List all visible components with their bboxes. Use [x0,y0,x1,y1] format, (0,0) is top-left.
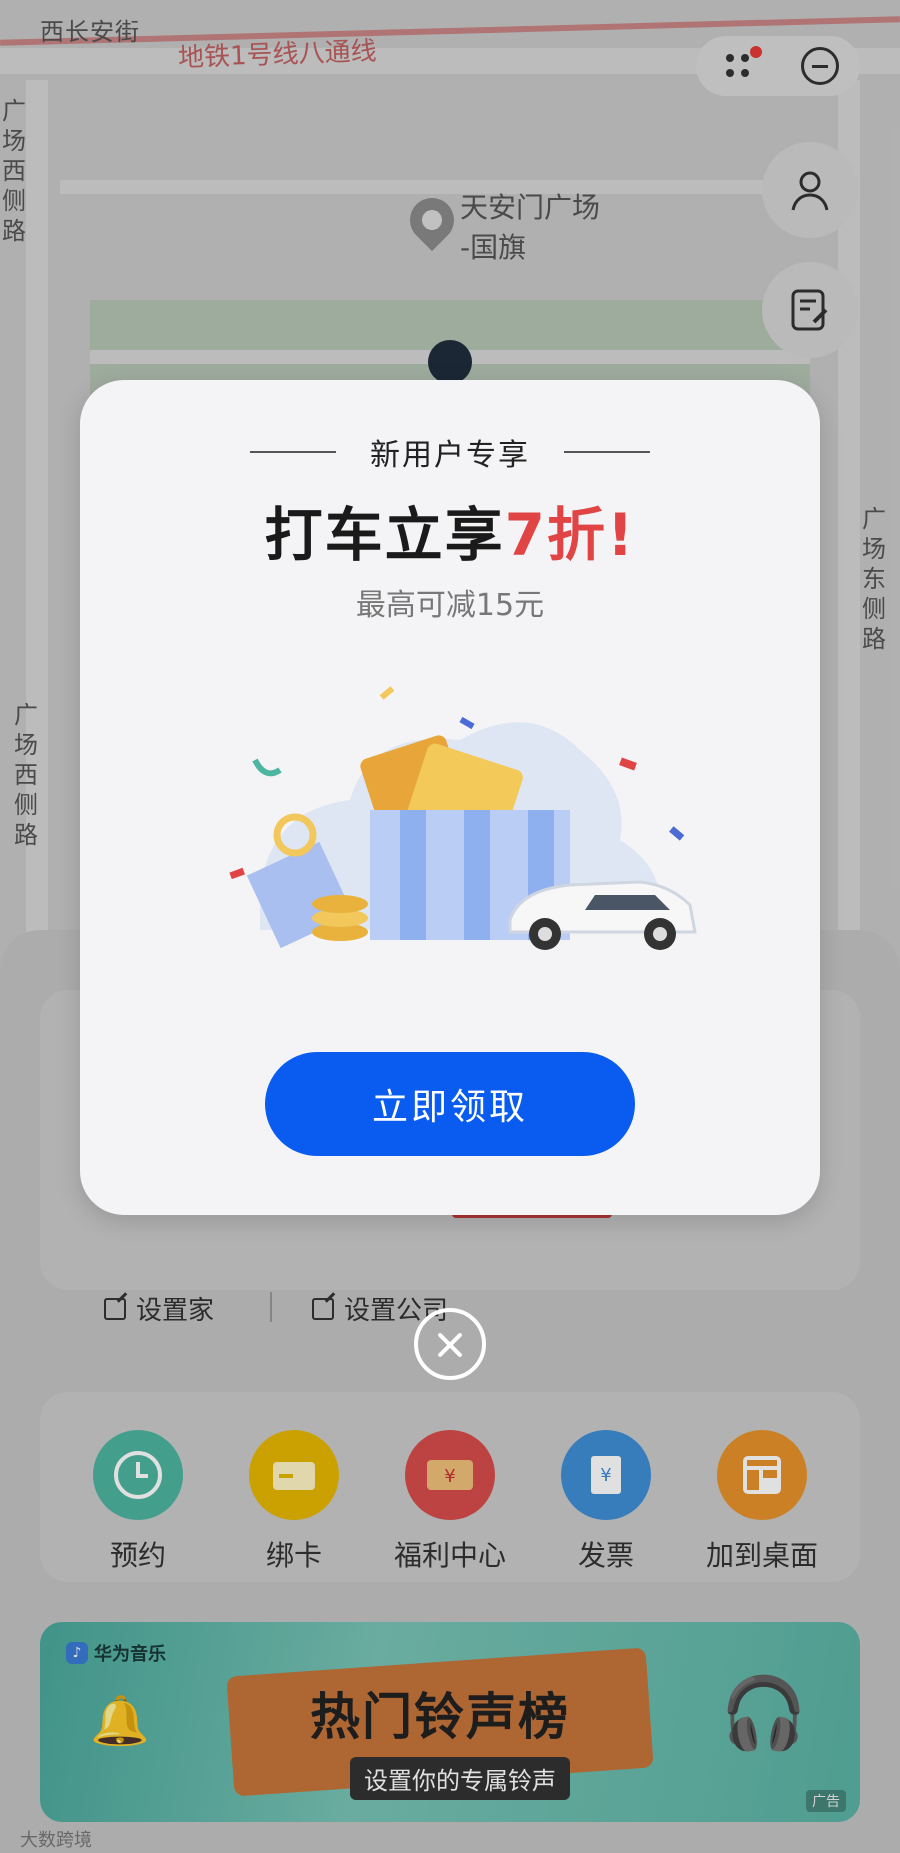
modal-kicker-row: 新用户专享 [80,430,820,474]
gift-box-car-illustration [229,686,697,950]
modal-title-accent: 7折! [504,501,636,569]
divider [564,451,650,453]
claim-now-button[interactable]: 立即领取 [265,1052,635,1156]
new-user-promo-modal: 新用户专享 打车立享7折! 最高可减15元 立即领取 [80,380,820,1215]
modal-description: 最高可减15元 [355,588,545,623]
modal-title: 打车立享7折! [80,488,820,572]
modal-title-main: 打车立享 [264,501,505,569]
close-icon[interactable] [414,1308,486,1380]
divider [250,451,336,453]
modal-kicker: 新用户专享 [370,438,530,473]
